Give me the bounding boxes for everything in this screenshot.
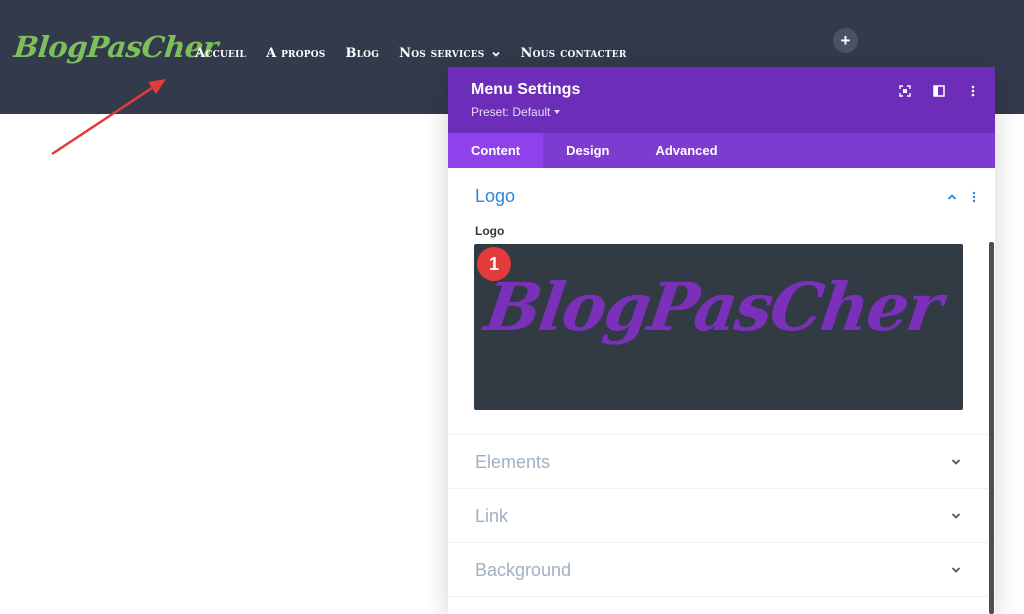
fullscreen-icon[interactable] bbox=[897, 83, 913, 99]
section-elements[interactable]: Elements bbox=[448, 435, 995, 489]
more-options-icon[interactable] bbox=[965, 83, 981, 99]
nav-item-nos-services[interactable]: Nos services bbox=[399, 46, 500, 61]
logo-preview-image: BlogPasCher bbox=[480, 268, 946, 346]
nav-item-nos-services-label: Nos services bbox=[399, 46, 485, 61]
section-link[interactable]: Link bbox=[448, 489, 995, 543]
panel-scrollbar[interactable] bbox=[989, 242, 994, 614]
preset-selector[interactable]: Preset: Default bbox=[471, 105, 995, 119]
nav-item-blog[interactable]: Blog bbox=[345, 46, 379, 61]
section-link-title: Link bbox=[475, 506, 509, 526]
menu-settings-panel: Menu Settings Preset: Default Content De… bbox=[448, 67, 995, 614]
chevron-down-icon bbox=[951, 513, 961, 519]
add-section-button[interactable]: + bbox=[833, 28, 858, 53]
nav-item-a-propos[interactable]: A propos bbox=[266, 46, 325, 61]
caret-down-icon bbox=[554, 110, 561, 114]
site-logo[interactable]: BlogPasCher bbox=[12, 30, 219, 64]
section-logo-title: Logo bbox=[475, 186, 516, 206]
step-number-badge: 1 bbox=[477, 247, 511, 281]
section-logo: Logo Logo BlogPasCher 1 bbox=[448, 168, 995, 435]
settings-tabs: Content Design Advanced bbox=[448, 133, 995, 168]
section-elements-title: Elements bbox=[475, 452, 551, 472]
chevron-down-icon bbox=[951, 459, 961, 465]
panel-header-actions bbox=[879, 83, 981, 99]
panel-header: Menu Settings Preset: Default bbox=[448, 67, 995, 133]
nav-item-nous-contacter[interactable]: Nous contacter bbox=[521, 46, 627, 61]
logo-field-label: Logo bbox=[475, 224, 505, 238]
section-logo-header[interactable]: Logo bbox=[475, 186, 981, 207]
preset-label: Preset: Default bbox=[471, 105, 551, 119]
chevron-down-icon bbox=[491, 51, 500, 57]
section-background[interactable]: Background bbox=[448, 543, 995, 597]
tab-design[interactable]: Design bbox=[543, 133, 632, 168]
chevron-down-icon bbox=[951, 567, 961, 573]
nav-item-accueil[interactable]: Accueil bbox=[195, 46, 246, 61]
split-view-icon[interactable] bbox=[931, 83, 947, 99]
main-navigation: Accueil A propos Blog Nos services Nous … bbox=[195, 46, 647, 61]
logo-image-upload[interactable]: BlogPasCher 1 bbox=[474, 244, 963, 410]
tab-advanced[interactable]: Advanced bbox=[632, 133, 740, 168]
chevron-up-icon[interactable] bbox=[945, 190, 959, 204]
section-logo-actions bbox=[937, 190, 981, 204]
tab-content[interactable]: Content bbox=[448, 133, 544, 168]
red-arrow-annotation bbox=[51, 79, 166, 156]
section-more-icon[interactable] bbox=[967, 190, 981, 204]
section-background-title: Background bbox=[475, 560, 572, 580]
